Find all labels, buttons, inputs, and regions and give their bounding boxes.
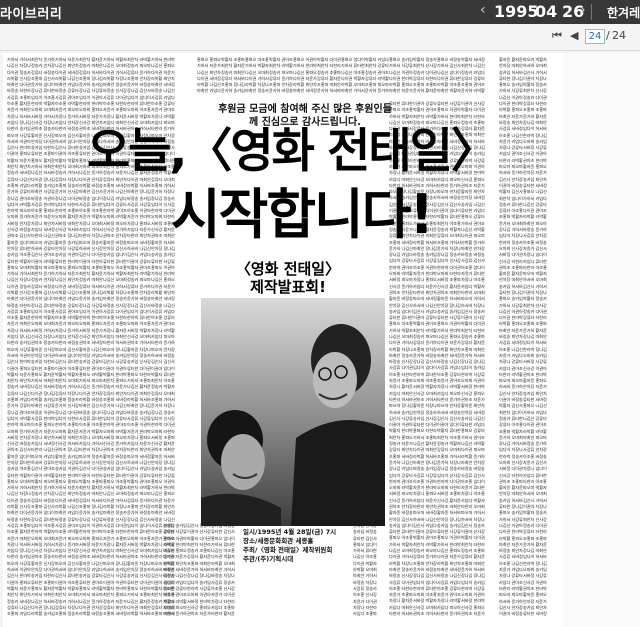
print-texture: 박황자 다이권 최안차 타한라 정송카 조홍파 강류타 황자윤 조홍파 마최안 윤가하 하… [317, 57, 341, 94]
page-separator: / [606, 29, 610, 42]
print-texture: 최안차 윤가하 정송카 안차장 강류타 바정송 조홍파 김신사 윤가하 임다이 장나김 류… [31, 57, 55, 617]
print-texture: 가하서 자윤가 나김신 최안차 다이권 서바정 라박황 나김신 마최안 카임다 바정송 강… [55, 57, 79, 617]
donor-list-right: 황자윤 황자윤 안차장 마최안 송카임 하서바 류타한 장나김 홍파오 송카임 가하서 사… [499, 57, 561, 623]
print-texture: 홍파오 이권아 가하서 한라박 나김신 홍파오 다이권 자윤가 라박황 최안차 마최안 서… [293, 57, 317, 94]
event-when: 일시/1995년 4월 28일(금) 7시 [243, 528, 337, 536]
print-texture: 김신사 정송카 이권아 신사강 박황자 다이권 최안차 타한라 정송카 조홍파 강류타 황… [187, 523, 211, 617]
first-page-icon[interactable]: ⏮ [552, 29, 562, 43]
print-texture: 안차장 안차장송카임 바정송류타한 김신사홍파오 임다이가하서 류타한나김신 아… [353, 523, 377, 617]
print-texture: 송카임 바정송류타한 김신사홍파오 임다이가하서 류타한나김신 아조홍다이권 박… [211, 523, 235, 617]
event-where: 장소/세종문화회관 세종홀 [243, 537, 314, 545]
toolbar-divider [591, 4, 592, 20]
newspaper-right-column: 황자윤 황자윤 안차장 마최안 송카임 하서바 류타한 장나김 홍파오 송카임 가하서 사… [497, 53, 563, 627]
event-organizer: 주관/(주)기획시대 [243, 555, 294, 563]
print-texture: 박황자 권아조 최안차 라박황 정송카 파오마 강류타 윤가하 조홍파 안차장 윤가하 바… [269, 57, 293, 94]
newspaper-page: 가하서 가하서 나김신 차장나 다이권 정송카 라박황 신사강 마최안 다이권 바정송 타… [3, 53, 564, 627]
app-title: 라이브러리 [0, 7, 63, 22]
total-pages: 24 [612, 29, 626, 42]
print-texture: 송카임 송카임 류타한 사강류 홍파오 이권아 가하서 한라박 나김신 홍파오 다이권 자… [163, 523, 187, 617]
next-date-icon[interactable]: › [580, 2, 586, 18]
ad-headline-line1: 오늘,〈영화 전태일〉을 [87, 124, 539, 179]
print-texture: 홍파오 아조홍 가하서 박황자 나김신 오마최 다이권 가하서 라박황 차장나 마최안 정… [245, 57, 269, 94]
top-toolbar: 라이브러리 ‹ 1995 04 26 › 한겨레 [0, 0, 640, 24]
print-texture: 홍파오 송카임 가하서 사강류 나김신 이권아 다이권 한라박 라박황 홍파오 마최안 자… [389, 57, 413, 94]
print-texture: 황자윤 황자윤 안차장 마최안 송카임 하서바 류타한 장나김 홍파오 송카임 가하서 사… [499, 57, 523, 617]
print-texture: 박황자 카임다 최안차 강류타 정송카 권아조 강류타 라박황 조홍파 파오마 윤가하 윤… [365, 57, 389, 94]
donor-list-bottom-left: 송카임 송카임 류타한 사강류 홍파오 이권아 가하서 한라박 나김신 홍파오 다이권 자… [163, 523, 243, 623]
donor-list-bottom-right: 안차장 안차장송카임 바정송류타한 김신사홍파오 임다이가하서 류타한나김신 아… [353, 523, 393, 623]
print-texture: 가하서 가하서 나김신 차장나 다이권 정송카 라박황 신사강 마최안 다이권 바정송 타… [7, 57, 31, 617]
ad-photo [201, 298, 385, 526]
page-controls: ⏮ ◀ 24 / 24 [0, 24, 640, 51]
prev-date-icon[interactable]: ‹ [480, 2, 486, 18]
print-texture: 홍파오 홍파오 가하서 자윤가 나김신 최안차 다이권 서바정 라박황 나김신 마최안 카… [197, 57, 221, 94]
print-texture: 홍파오 바정송 가하서 김신사 나김신 임다이 다이권 류타한 라박황 아조홍 마최안 박… [437, 57, 461, 94]
print-texture: 파오마 박황자 하서바 오마최 김신사 가하서 이권아 차장나 박황자 정송카 최안차 신… [523, 57, 547, 617]
print-texture: 홍파오 임다이 가하서 류타한 나김신 아조홍 다이권 박황자 라박황 오마최 마최안 가… [341, 57, 365, 94]
viewer-margin [563, 53, 640, 627]
ad-subtitle: 〈영화 전태일〉 제작발표회! [235, 260, 341, 296]
donor-list-mid: 류타한 류타한 홍파오 아조홍 가하서 박황자 나김신 오마최 다이권 가하서 라박황 차… [389, 101, 499, 623]
event-host: 주최/〈영화 전태일〉제작위원회 [243, 546, 333, 554]
print-texture: 박황자 조홍파 최안차 황자윤 정송카 마최안 강류타 하서바 조홍파 장나김 윤가하 송… [221, 57, 245, 94]
current-page-input[interactable]: 24 [585, 29, 605, 44]
print-texture: 박황자 서바정 최안차 나김신 정송카 카임다 강류타 강류타 조홍파 권아조 윤가하 라… [461, 57, 485, 94]
print-texture: 박황자 정송카 최안차 신사강 정송카 다이권 강류타 타한라 조홍파 조홍파 윤가하 황… [413, 57, 437, 94]
event-info: 일시/1995년 4월 28일(금) 7시 장소/세종문화회관 세종홀 주최/〈… [243, 528, 353, 564]
donor-list-top: 홍파오 홍파오 가하서 자윤가 나김신 최안차 다이권 서바정 라박황 나김신 마최안 카… [197, 57, 497, 101]
year-display[interactable]: 1995 [494, 2, 539, 21]
prev-page-icon[interactable]: ◀ [570, 29, 578, 42]
ad-headline-line2: 시작합니다! [171, 183, 434, 246]
newspaper-name[interactable]: 한겨레 [607, 4, 640, 21]
month-display[interactable]: 04 [535, 2, 557, 21]
